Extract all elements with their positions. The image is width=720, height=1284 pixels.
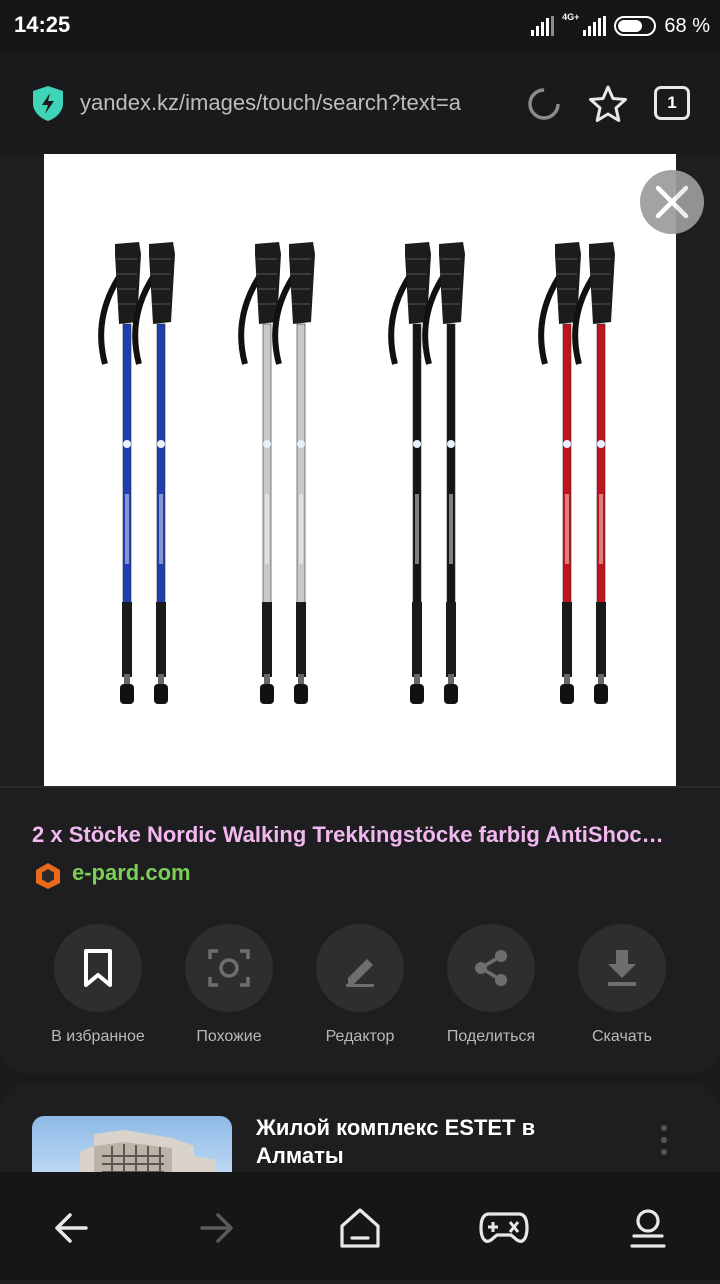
pole-tip [594,684,608,704]
pole-decal [447,440,455,448]
url-field[interactable]: yandex.kz/images/touch/search?text=a [80,90,502,116]
site-link[interactable]: e-pard.com [72,860,191,886]
pole-tip [260,684,274,704]
bookmark-icon [54,924,142,1012]
pencil-icon [316,924,404,1012]
share-icon [447,924,535,1012]
close-icon[interactable] [640,170,704,234]
image-title-link[interactable]: 2 x Stöcke Nordic Walking Trekkingstöcke… [32,822,692,848]
pole-label [565,494,569,564]
pole-grip [149,242,175,324]
pole-lower [562,602,572,677]
pole-tip [120,684,134,704]
related-title[interactable]: Жилой комплекс ESTET в Алматы [256,1114,586,1170]
similar-button[interactable]: Похожие [164,924,294,1046]
reload-icon[interactable] [526,86,562,122]
pole-label [449,494,453,564]
site-favicon-icon [36,863,60,889]
forward-icon[interactable] [188,1200,244,1256]
pole-lower [156,602,166,677]
pole-label [265,494,269,564]
pole-grip [439,242,465,324]
games-icon[interactable] [476,1200,532,1256]
pole-lower [412,602,422,677]
status-time: 14:25 [14,12,71,37]
signal-icon-2 [583,16,607,36]
home-icon[interactable] [332,1200,388,1256]
product-image[interactable] [44,154,676,786]
divider [0,786,720,788]
status-icons: 4G+ 68 % [531,12,710,40]
pole-decal [297,440,305,448]
pole-grip [289,242,315,324]
pole-label [159,494,163,564]
shield-icon[interactable] [30,84,66,122]
more-options-icon[interactable] [656,1122,672,1162]
network-type: 4G+ [562,12,580,22]
download-label: Скачать [592,1028,652,1045]
pole-lower [122,602,132,677]
pole-decal [123,440,131,448]
favorites-button[interactable]: В избранное [33,924,163,1046]
pole-lower [596,602,606,677]
battery-icon [614,16,657,36]
star-icon[interactable] [588,84,628,124]
download-icon [578,924,666,1012]
share-button[interactable]: Поделиться [426,924,556,1046]
pole-decal [597,440,605,448]
pole-lower [446,602,456,677]
pole-tip [444,684,458,704]
tabs-button[interactable]: 1 [654,86,690,120]
pole-tip [154,684,168,704]
pole-lower [262,602,272,677]
favorites-label: В избранное [51,1028,145,1045]
profile-icon[interactable] [620,1200,676,1256]
pole-decal [157,440,165,448]
pole-tip [560,684,574,704]
similar-label: Похожие [196,1028,262,1045]
pole-decal [563,440,571,448]
pole-label [415,494,419,564]
signal-icon [531,16,555,36]
pole-label [599,494,603,564]
pole-lower [296,602,306,677]
pole-tip [410,684,424,704]
pole-tip [294,684,308,704]
battery-percent: 68 % [664,14,710,37]
back-icon[interactable] [44,1200,100,1256]
pole-decal [263,440,271,448]
pole-label [299,494,303,564]
pole-decal [413,440,421,448]
download-button[interactable]: Скачать [557,924,687,1046]
pole-grip [589,242,615,324]
editor-button[interactable]: Редактор [295,924,425,1046]
similar-search-icon [185,924,273,1012]
share-label: Поделиться [446,1028,536,1045]
pole-label [125,494,129,564]
editor-label: Редактор [325,1028,395,1045]
